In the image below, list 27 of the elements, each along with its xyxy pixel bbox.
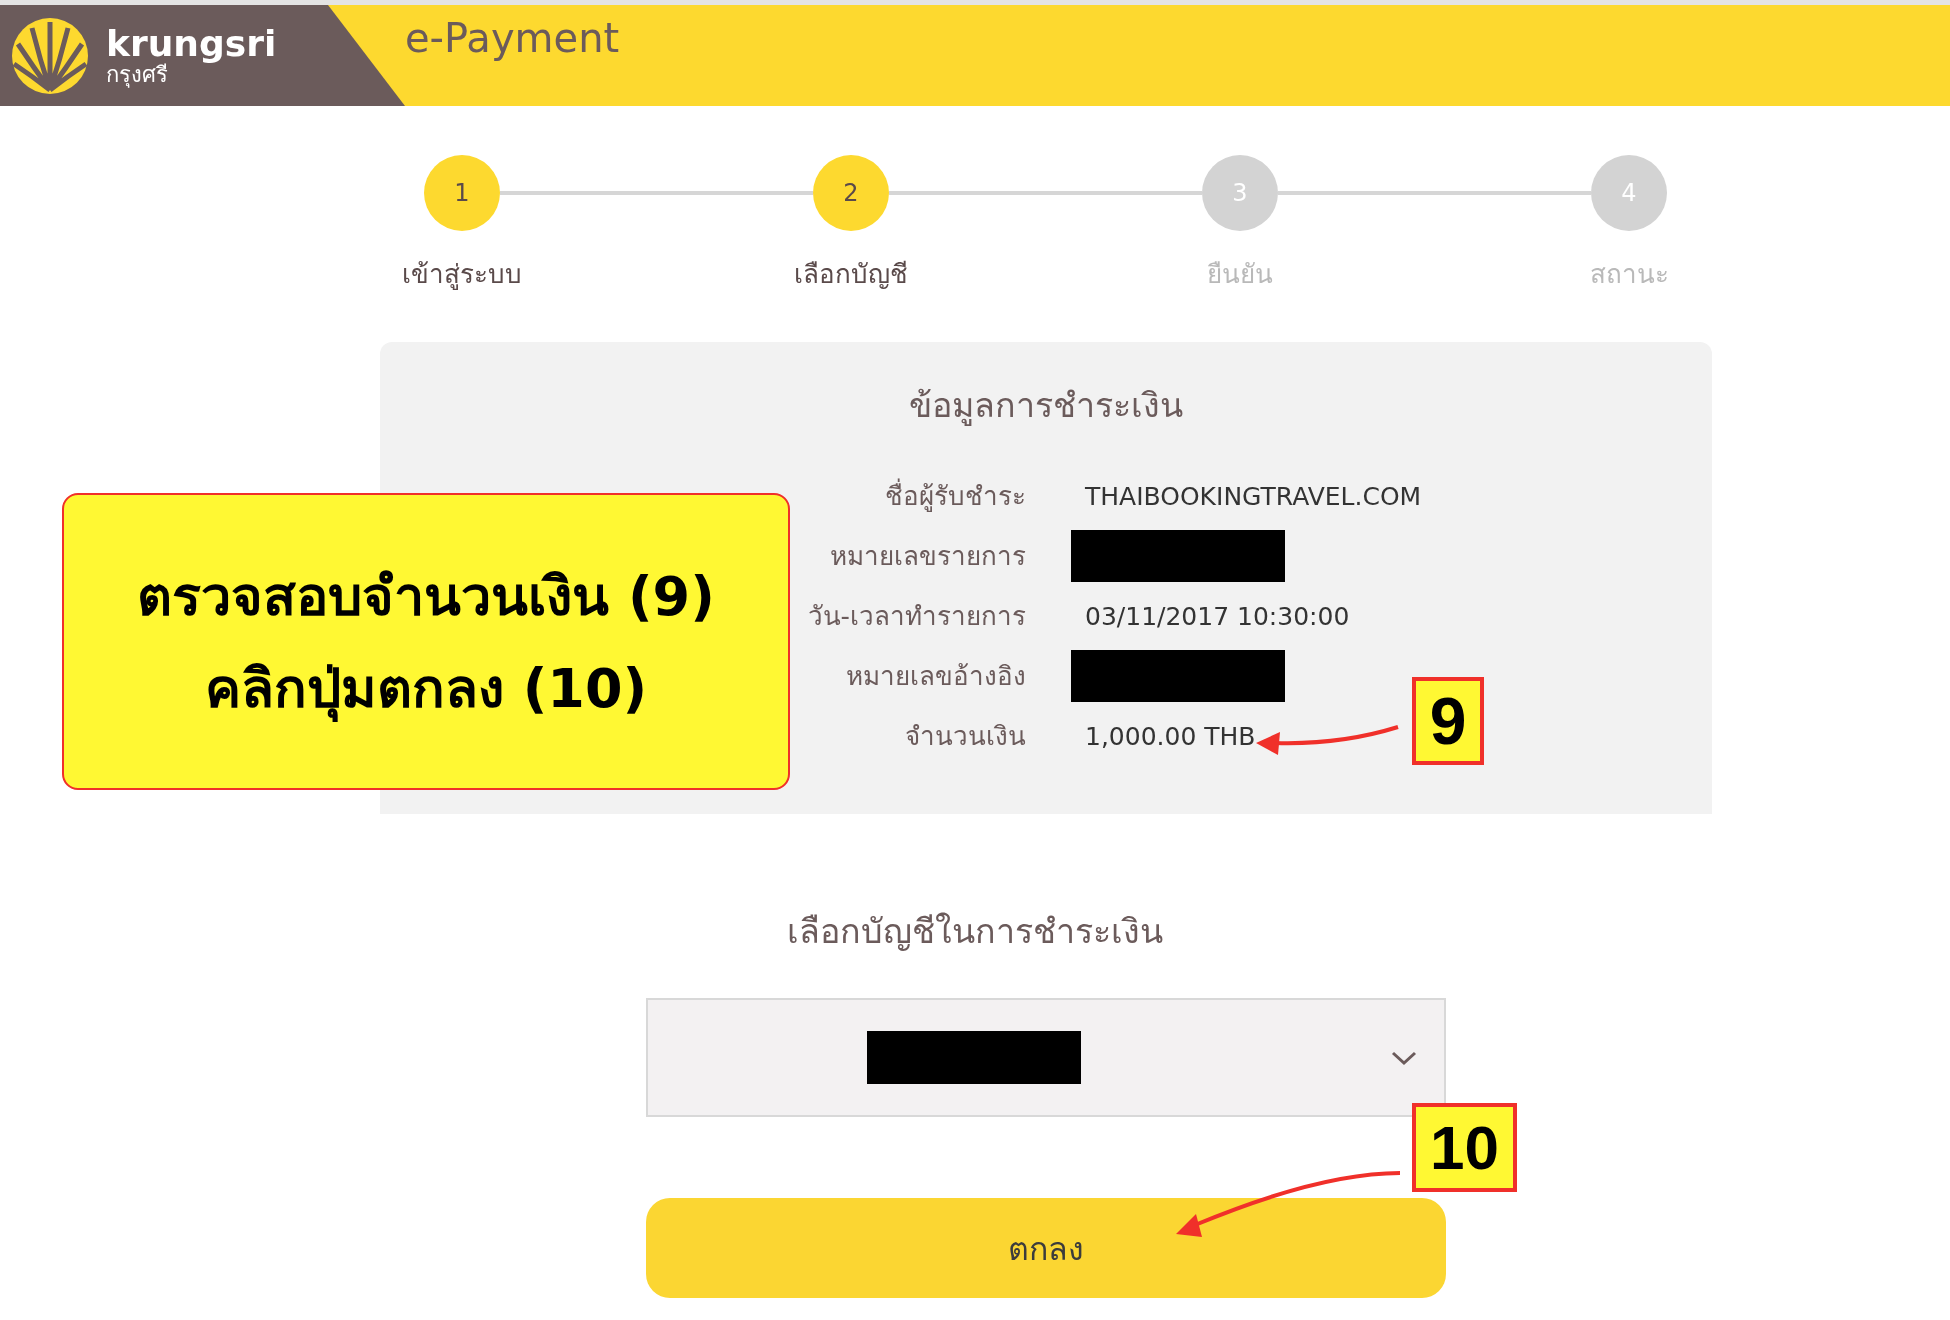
logo-icon <box>10 15 90 96</box>
field-value: THAIBOOKINGTRAVEL.COM <box>1084 481 1422 511</box>
page-title: e-Payment <box>405 15 620 63</box>
step-number: 2 <box>813 155 889 231</box>
callout-text: ตรวจสอบจำนวนเงิน (9) <box>137 563 715 630</box>
chevron-icon <box>1390 1049 1418 1066</box>
step-label: สถานะ <box>1589 258 1669 291</box>
field-label: จำนวนเงิน <box>905 720 1026 753</box>
account-dropdown[interactable] <box>646 998 1446 1117</box>
step-label: เลือกบัญชี <box>794 258 908 291</box>
field-label: วัน-เวลาทำรายการ <box>807 600 1026 633</box>
field-label: ชื่อผู้รับชำระ <box>885 470 1026 522</box>
field-label: หมายเลขรายการ <box>830 540 1026 573</box>
step-label: เข้าสู่ระบบ <box>402 258 522 292</box>
section-title: เลือกบัญชีในการชำระเงิน <box>786 910 1164 953</box>
brand-name: krungsri <box>106 23 277 64</box>
confirm-button[interactable]: ตกลง <box>646 1198 1446 1298</box>
step-marker: 10 <box>1412 1103 1517 1192</box>
callout-text: คลิกปุ่มตกลง (10) <box>204 655 648 724</box>
step-number: 1 <box>424 155 500 231</box>
step-marker: 9 <box>1412 677 1484 765</box>
brand-subtitle: กรุงศรี <box>106 63 168 88</box>
step-label: ยืนยัน <box>1207 258 1273 291</box>
field-value: 1,000.00 THB <box>1084 721 1256 751</box>
card-title: ข้อมูลการชำระเงิน <box>908 384 1184 428</box>
field-label: หมายเลขอ้างอิง <box>846 660 1026 693</box>
field-value: 03/11/2017 10:30:00 <box>1084 601 1350 631</box>
